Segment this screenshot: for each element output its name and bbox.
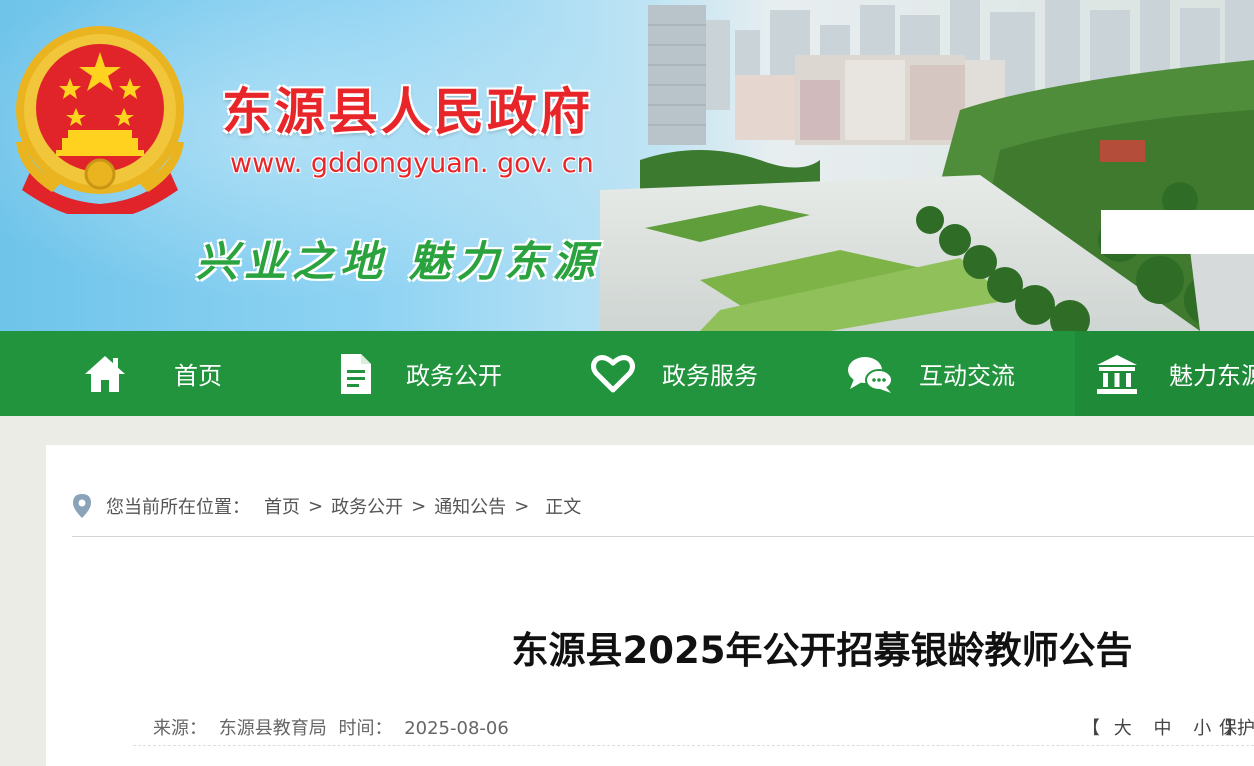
city-photo — [600, 0, 1254, 331]
article-meta: 来源： 东源县教育局 时间： 2025-08-06 — [153, 714, 515, 740]
home-icon — [80, 349, 130, 399]
nav-label-gov-services: 政务服务 — [662, 362, 758, 390]
document-icon — [330, 349, 380, 399]
breadcrumb-divider — [72, 536, 1254, 537]
font-size-small[interactable]: 小 — [1193, 718, 1211, 739]
protect-eyes-toggle[interactable]: 保护 — [1219, 714, 1254, 740]
banner-white-box — [1101, 210, 1254, 254]
nav-label-gov-affairs: 政务公开 — [406, 362, 502, 390]
national-emblem-icon — [16, 26, 184, 214]
breadcrumb-prefix: 您当前所在位置： — [106, 497, 250, 518]
font-size-large[interactable]: 大 — [1114, 718, 1132, 739]
header-banner: 东源县人民政府 www. gddongyuan. gov. cn 兴业之地 魅力… — [0, 0, 1254, 331]
nav-label-interaction: 互动交流 — [919, 362, 1015, 390]
breadcrumb-separator: > — [411, 495, 427, 517]
breadcrumb: 您当前所在位置： 首页 > 政务公开 > 通知公告 > 正文 — [72, 490, 581, 522]
time-label: 时间： — [338, 718, 393, 739]
font-size-bracket-open: 【 — [1082, 718, 1100, 739]
breadcrumb-separator: > — [514, 495, 530, 517]
font-size-medium[interactable]: 中 — [1153, 718, 1171, 739]
site-title: 东源县人民政府 — [222, 82, 593, 141]
nav-label-charm-dongyuan: 魅力东源 — [1169, 362, 1254, 390]
location-pin-icon — [73, 494, 91, 518]
meta-divider — [133, 745, 1254, 746]
nav-item-gov-affairs[interactable]: 政务公开 — [330, 331, 570, 416]
building-icon — [1095, 349, 1139, 399]
site-url: www. gddongyuan. gov. cn — [230, 148, 594, 179]
source-value: 东源县教育局 — [218, 718, 327, 739]
heart-icon — [588, 349, 638, 399]
article-title: 东源县2025年公开招募银龄教师公告 — [511, 629, 1133, 672]
nav-label-home: 首页 — [174, 362, 222, 390]
source-label: 来源： — [153, 718, 207, 739]
nav-item-gov-services[interactable]: 政务服务 — [588, 331, 828, 416]
chat-icon — [845, 349, 895, 399]
nav-item-home[interactable]: 首页 — [80, 331, 310, 416]
nav-item-interaction[interactable]: 互动交流 — [845, 331, 1075, 416]
breadcrumb-notices[interactable]: 通知公告 — [434, 493, 506, 519]
breadcrumb-current: 正文 — [545, 497, 582, 518]
breadcrumb-separator: > — [308, 495, 324, 517]
slogan: 兴业之地 魅力东源 — [196, 237, 601, 286]
time-value: 2025-08-06 — [404, 718, 509, 739]
breadcrumb-home[interactable]: 首页 — [264, 493, 300, 519]
nav-item-charm-dongyuan[interactable]: 魅力东源 — [1075, 331, 1254, 416]
main-nav: 首页 政务公开 政务服务 互动交流 魅力东源 — [0, 331, 1254, 416]
breadcrumb-gov-affairs[interactable]: 政务公开 — [331, 493, 403, 519]
